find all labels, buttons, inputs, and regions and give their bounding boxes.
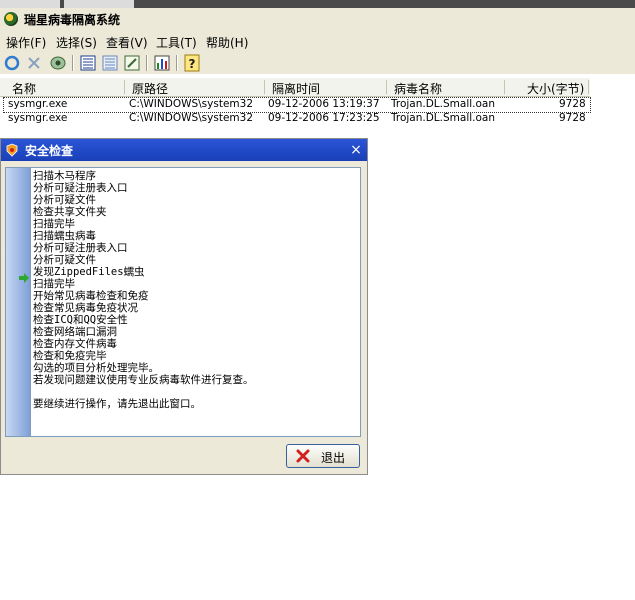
column-divider[interactable]: [264, 80, 265, 94]
list-view-button[interactable]: [78, 53, 98, 73]
window-title: 瑞星病毒隔离系统: [24, 13, 121, 27]
cell-virus: Trojan.DL.Small.oan: [391, 98, 496, 110]
toolbar-separator: [72, 55, 74, 71]
chart-button[interactable]: [152, 53, 172, 73]
table-row[interactable]: sysmgr.exe C:\WINDOWS\system32 09-12-200…: [3, 97, 591, 113]
log-line: 扫描完毕: [33, 218, 75, 230]
log-line: 检查共享文件夹: [33, 206, 107, 218]
shield-icon: [6, 143, 18, 157]
column-divider[interactable]: [588, 80, 589, 94]
menu-help[interactable]: 帮助(H): [206, 34, 248, 51]
top-strip: [0, 0, 635, 8]
log-line: 分析可疑文件: [33, 194, 96, 206]
log-line: 勾选的项目分析处理完毕。: [33, 362, 159, 374]
toolbar-separator: [176, 55, 178, 71]
properties-button[interactable]: [122, 53, 142, 73]
refresh-icon: [4, 55, 20, 71]
properties-icon: [124, 55, 140, 71]
column-header-time[interactable]: 隔离时间: [272, 80, 320, 97]
exit-icon: [296, 449, 310, 463]
main-window-title-bar: 瑞星病毒隔离系统: [0, 8, 635, 30]
list-view-icon: [80, 55, 96, 71]
log-line: 检查内存文件病毒: [33, 338, 117, 350]
top-strip-tab: [0, 0, 60, 8]
help-button[interactable]: ?: [182, 53, 202, 73]
cell-name: sysmgr.exe: [8, 98, 68, 110]
menu-bar: 操作(F) 选择(S) 查看(V) 工具(T) 帮助(H): [0, 30, 635, 53]
column-divider[interactable]: [386, 80, 387, 94]
security-check-dialog: 安全检查 × 扫描木马程序 分析可疑注册表入口 分析可疑文件 检查共享文件夹 扫…: [0, 138, 368, 475]
exit-button[interactable]: 退出: [286, 444, 360, 468]
log-line: 检查ICQ和QQ安全性: [33, 314, 128, 326]
log-line: 发现ZippedFiles蠕虫: [33, 266, 145, 278]
dialog-title: 安全检查: [25, 144, 74, 158]
chart-icon: [154, 55, 170, 71]
menu-operate[interactable]: 操作(F): [6, 34, 46, 51]
table-row[interactable]: sysmgr.exe C:\WINDOWS\system32 09-12-200…: [4, 112, 590, 126]
detail-view-button[interactable]: [100, 53, 120, 73]
column-divider[interactable]: [124, 80, 125, 94]
scan-log-panel[interactable]: 扫描木马程序 分析可疑注册表入口 分析可疑文件 检查共享文件夹 扫描完毕 扫描蠕…: [5, 167, 361, 437]
log-line: 检查常见病毒免疫状况: [33, 302, 138, 314]
log-line: 检查和免疫完毕: [33, 350, 107, 362]
cell-path: C:\WINDOWS\system32: [129, 98, 253, 110]
refresh-button[interactable]: [2, 53, 22, 73]
column-header-size[interactable]: 大小(字节): [527, 80, 584, 97]
log-line: 扫描蠕虫病毒: [33, 230, 96, 242]
svg-text:?: ?: [189, 57, 196, 71]
cell-time: 09-12-2006 13:19:37: [268, 98, 380, 110]
dialog-title-bar[interactable]: 安全检查 ×: [1, 139, 367, 161]
log-line: 要继续进行操作，请先退出此窗口。: [33, 398, 201, 410]
menu-tools[interactable]: 工具(T): [156, 34, 197, 51]
log-line: 扫描木马程序: [33, 170, 96, 182]
cell-time: 09-12-2006 17:23:25: [268, 112, 380, 124]
log-line: 分析可疑注册表入口: [33, 242, 128, 254]
current-item-arrow-icon: [19, 273, 29, 283]
menu-view[interactable]: 查看(V): [106, 34, 148, 51]
log-line: 扫描完毕: [33, 278, 75, 290]
help-icon: ?: [184, 54, 200, 72]
column-divider[interactable]: [504, 80, 505, 94]
cell-path: C:\WINDOWS\system32: [129, 112, 253, 124]
log-gutter: [6, 168, 31, 436]
exit-button-label: 退出: [321, 451, 346, 465]
log-line: 若发现问题建议使用专业反病毒软件进行复查。: [33, 374, 254, 386]
dialog-close-button[interactable]: ×: [347, 141, 365, 159]
cell-name: sysmgr.exe: [8, 112, 68, 124]
log-line: 分析可疑注册表入口: [33, 182, 128, 194]
restore-button[interactable]: [48, 53, 68, 73]
menu-select[interactable]: 选择(S): [56, 34, 97, 51]
toolbar: ?: [0, 52, 635, 74]
log-line: 分析可疑文件: [33, 254, 96, 266]
column-header-virus[interactable]: 病毒名称: [394, 80, 442, 97]
delete-icon: [28, 57, 40, 69]
detail-view-icon: [102, 55, 118, 71]
column-header-path[interactable]: 原路径: [132, 80, 168, 97]
quarantine-list-header: 名称 原路径 隔离时间 病毒名称 大小(字节): [0, 78, 590, 97]
cell-size: 9728: [559, 98, 586, 110]
top-strip-tab: [64, 0, 134, 8]
restore-icon: [50, 56, 66, 70]
cell-virus: Trojan.DL.Small.oan: [391, 112, 496, 124]
close-icon: ×: [350, 142, 362, 158]
cell-size: 9728: [559, 112, 586, 124]
log-line: 开始常见病毒检查和免疫: [33, 290, 149, 302]
toolbar-separator: [146, 55, 148, 71]
log-line: 检查网络端口漏洞: [33, 326, 117, 338]
column-header-name[interactable]: 名称: [12, 80, 36, 97]
rising-logo-icon: [4, 12, 18, 26]
delete-button[interactable]: [24, 53, 44, 73]
